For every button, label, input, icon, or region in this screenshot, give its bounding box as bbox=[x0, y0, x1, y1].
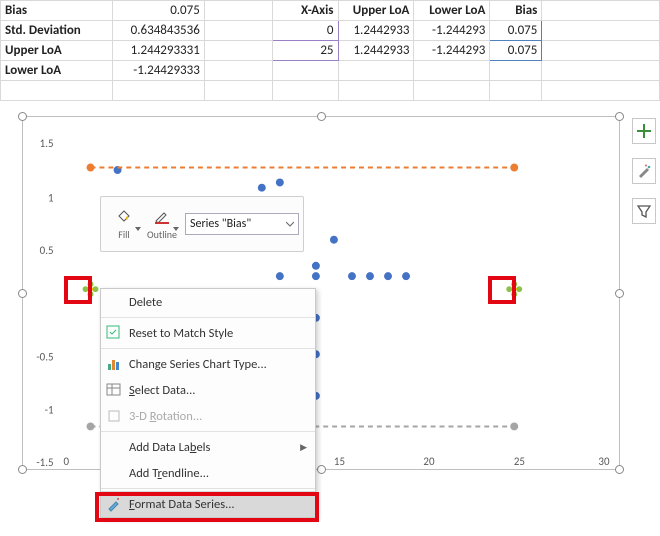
menu-add-labels[interactable]: Add Data Labels▶ bbox=[101, 434, 315, 460]
svg-text:0: 0 bbox=[63, 455, 69, 468]
svg-text:1: 1 bbox=[48, 192, 54, 205]
cell-bias-1: 0.075 bbox=[490, 41, 542, 61]
chart-type-icon bbox=[106, 356, 122, 372]
table-row[interactable]: Bias 0.075 X-Axis Upper LoA Lower LoA Bi… bbox=[1, 1, 660, 21]
series-picker-label: Series "Bias" bbox=[190, 217, 251, 231]
reset-icon bbox=[106, 325, 122, 341]
cell-ulo-1: 1.2442933 bbox=[338, 41, 414, 61]
fill-button[interactable]: Fill bbox=[105, 207, 143, 241]
cell-x-0: 0 bbox=[272, 21, 338, 41]
label-std: Std. Deviation bbox=[1, 21, 113, 41]
menu-select-data[interactable]: Select Data... bbox=[101, 377, 315, 403]
chart-styles-button[interactable] bbox=[632, 158, 656, 184]
chart-elements-button[interactable] bbox=[632, 118, 656, 144]
svg-text:-1.5: -1.5 bbox=[36, 456, 53, 469]
hdr-x: X-Axis bbox=[272, 1, 338, 21]
label-llo: Lower LoA bbox=[1, 61, 113, 81]
svg-text:0.5: 0.5 bbox=[40, 244, 54, 257]
hdr-ulo: Upper LoA bbox=[338, 1, 414, 21]
cell-llo-1: -1.244293 bbox=[414, 41, 490, 61]
svg-text:15: 15 bbox=[334, 455, 345, 468]
menu-add-trendline[interactable]: Add Trendline... bbox=[101, 460, 315, 486]
hdr-llo: Lower LoA bbox=[414, 1, 490, 21]
value-std: 0.634843536 bbox=[112, 21, 204, 41]
spreadsheet-grid[interactable]: Bias 0.075 X-Axis Upper LoA Lower LoA Bi… bbox=[0, 0, 660, 101]
table-row[interactable]: Std. Deviation 0.634843536 0 1.2442933 -… bbox=[1, 21, 660, 41]
table-row[interactable]: Lower LoA -1.24429333 bbox=[1, 61, 660, 81]
menu-delete[interactable]: Delete bbox=[101, 289, 315, 315]
select-data-icon bbox=[106, 382, 122, 398]
menu-change-type[interactable]: Change Series Chart Type... bbox=[101, 351, 315, 377]
context-menu[interactable]: Delete Reset to Match Style Change Serie… bbox=[100, 288, 316, 518]
mini-toolbar[interactable]: Fill Outline Series "Bias" bbox=[100, 196, 304, 252]
highlight-box bbox=[488, 276, 516, 304]
cell-ulo-0: 1.2442933 bbox=[338, 21, 414, 41]
svg-text:1.5: 1.5 bbox=[40, 137, 54, 150]
chart-filters-button[interactable] bbox=[632, 198, 656, 224]
rotation-icon bbox=[106, 408, 122, 424]
cell-x-1: 25 bbox=[272, 41, 338, 61]
cell-bias-0: 0.075 bbox=[490, 21, 542, 41]
svg-text:30: 30 bbox=[598, 455, 610, 468]
value-bias: 0.075 bbox=[112, 1, 204, 21]
highlight-box bbox=[64, 276, 92, 304]
menu-3d-rotation: 3-D Rotation... bbox=[101, 403, 315, 429]
table-row[interactable]: Upper LoA 1.244293331 25 1.2442933 -1.24… bbox=[1, 41, 660, 61]
svg-text:25: 25 bbox=[514, 455, 525, 468]
series-picker[interactable]: Series "Bias" bbox=[185, 213, 299, 235]
svg-text:-1: -1 bbox=[45, 403, 54, 416]
hdr-bias: Bias bbox=[490, 1, 542, 21]
label-ulo: Upper LoA bbox=[1, 41, 113, 61]
label-bias: Bias bbox=[1, 1, 113, 21]
cell-llo-0: -1.244293 bbox=[414, 21, 490, 41]
highlight-box bbox=[95, 492, 319, 522]
value-ulo: 1.244293331 bbox=[112, 41, 204, 61]
outline-button[interactable]: Outline bbox=[143, 207, 181, 241]
svg-text:-0.5: -0.5 bbox=[36, 351, 53, 364]
svg-text:20: 20 bbox=[423, 455, 435, 468]
value-llo: -1.24429333 bbox=[112, 61, 204, 81]
menu-reset[interactable]: Reset to Match Style bbox=[101, 320, 315, 346]
